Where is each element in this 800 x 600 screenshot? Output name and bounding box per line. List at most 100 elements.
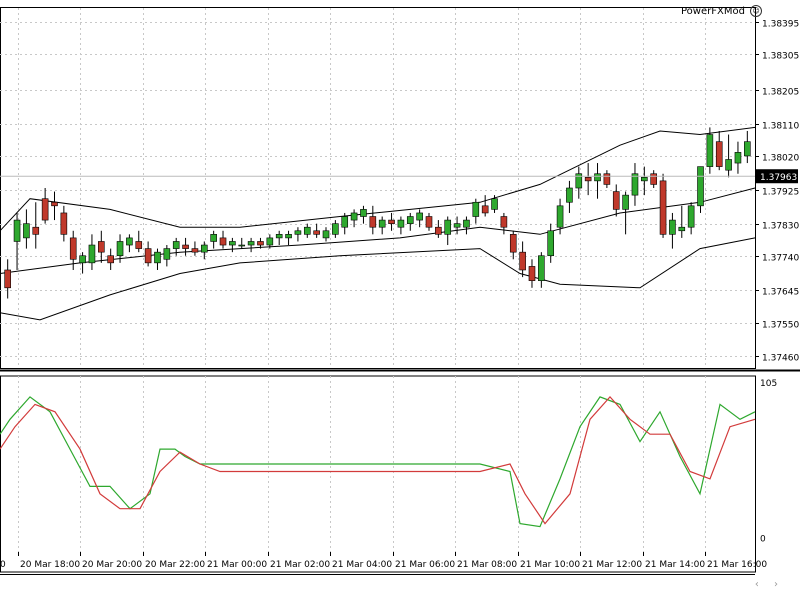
bear-candle (481, 205, 489, 214)
time-tick-label: 21 Mar 10:00 (520, 560, 580, 570)
price-tick-label: 1.37460 (762, 354, 799, 364)
bull-candle (360, 209, 367, 217)
bull-candle (669, 219, 676, 235)
brand-text: PowerFXMod (681, 6, 745, 17)
bear-candle (191, 248, 199, 253)
bull-candle (154, 251, 161, 264)
bull-candle (210, 234, 217, 242)
scroll-right-icon[interactable]: › (774, 579, 784, 590)
bull-candle (547, 230, 555, 257)
bear-candle (435, 226, 442, 235)
bear-candle (257, 241, 264, 246)
bear-candle (369, 216, 377, 228)
bull-candle (444, 219, 452, 235)
chart-canvas[interactable]: 1.38395 1.38305 1.38205 1.38110 1.38020 1.379… (0, 0, 800, 600)
bull-candle (594, 173, 601, 182)
brand-label: PowerFXMod ☺ (681, 5, 763, 17)
oscillator-panel[interactable] (0, 395, 756, 528)
bear-candle (219, 237, 227, 246)
bull-candle (13, 219, 21, 242)
bull-candle (725, 159, 732, 171)
price-tick-label: 1.38395 (762, 20, 799, 30)
bull-candle (350, 212, 358, 221)
bear-candle (519, 251, 526, 271)
bear-candle (69, 237, 77, 260)
bull-candle (322, 230, 330, 239)
bear-candle (528, 266, 536, 281)
bull-candle (378, 219, 386, 228)
bear-candle (313, 230, 320, 235)
time-tick-label: 0 (0, 560, 6, 570)
bull-candle (266, 237, 274, 246)
price-tick-label: 1.37740 (762, 254, 799, 264)
bull-candle (491, 198, 498, 210)
bear-candle (584, 177, 592, 182)
bear-candle (135, 241, 143, 249)
bull-candle (303, 226, 311, 235)
price-frame (0, 7, 756, 369)
bull-candle (687, 205, 695, 228)
bull-candle (397, 219, 405, 228)
bear-candle (650, 173, 657, 185)
bull-candle (238, 244, 246, 247)
grid-lines (0, 7, 800, 575)
bull-candle (126, 237, 133, 246)
bear-candle (509, 234, 517, 253)
bear-candle (659, 180, 667, 235)
scroll-left-icon[interactable]: ‹ (755, 579, 765, 590)
bull-candle (285, 234, 292, 239)
bull-candle (641, 177, 648, 182)
bear-candle (32, 226, 40, 235)
bull-candle (697, 166, 704, 207)
bear-candle (612, 191, 620, 210)
bear-candle (51, 201, 58, 207)
bear-candle (41, 198, 49, 221)
price-tick-label: 1.38020 (762, 154, 799, 164)
price-tick-label: 1.38110 (762, 122, 799, 132)
time-tick-label: 21 Mar 00:00 (207, 560, 267, 570)
oscillator-main-line (0, 396, 756, 528)
bear-candle (603, 173, 611, 185)
bear-candle (182, 244, 189, 249)
oscillator-frame (0, 375, 756, 573)
bull-candle (678, 226, 686, 232)
bear-candle (4, 269, 11, 289)
bull-candle (172, 241, 180, 249)
trading-chart[interactable]: 1.38395 1.38305 1.38205 1.38110 1.38020 1.379… (0, 0, 800, 600)
time-tick-label: 21 Mar 16:00 (707, 560, 767, 570)
price-tick-label: 1.37550 (762, 321, 799, 331)
time-tick-label: 21 Mar 08:00 (457, 560, 517, 570)
bull-candle (275, 234, 283, 239)
bull-candle (23, 223, 30, 239)
current-price-label: 1.37963 (760, 173, 797, 183)
bull-candle (622, 194, 629, 210)
bull-candle (116, 241, 124, 257)
bear-candle (144, 248, 152, 264)
price-tick-label: 1.38305 (762, 52, 799, 62)
time-tick-label: 21 Mar 12:00 (582, 560, 642, 570)
bull-candle (332, 223, 339, 235)
scroll-arrows[interactable]: ‹ › (755, 579, 784, 590)
time-tick-label: 20 Mar 20:00 (82, 560, 142, 570)
time-tick-label: 20 Mar 18:00 (20, 560, 80, 570)
bear-candle (107, 255, 114, 264)
bull-candle (416, 212, 423, 221)
osc-tick-label: 0 (760, 535, 766, 545)
bear-candle (98, 241, 105, 253)
bear-candle (60, 212, 68, 235)
bear-candle (715, 141, 723, 167)
bull-candle (538, 255, 545, 281)
time-tick-label: 21 Mar 06:00 (395, 560, 455, 570)
price-tick-label: 1.37925 (762, 188, 799, 198)
osc-tick-label: 105 (760, 379, 777, 389)
price-tick-label: 1.38205 (762, 88, 799, 98)
smiley-icon: ☺ (750, 5, 763, 17)
time-tick-label: 21 Mar 04:00 (332, 560, 392, 570)
bull-candle (472, 201, 480, 217)
time-tick-label: 21 Mar 14:00 (645, 560, 705, 570)
price-tick-label: 1.37645 (762, 288, 799, 298)
bear-candle (500, 216, 508, 228)
bollinger-lower-line (0, 237, 756, 321)
bull-candle (566, 187, 573, 203)
oscillator-signal-line (0, 395, 756, 525)
